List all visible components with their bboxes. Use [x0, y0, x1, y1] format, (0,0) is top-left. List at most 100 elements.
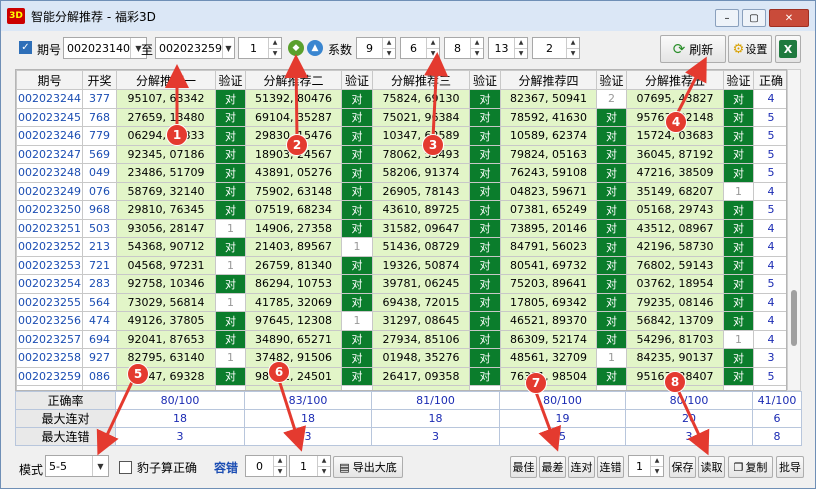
draw-cell[interactable]: 569 [82, 144, 117, 164]
spin-down-icon[interactable]: ▼ [269, 49, 281, 59]
verify-cell[interactable]: 对 [596, 255, 627, 275]
recommend-cell[interactable]: 78592, 41630 [500, 107, 597, 127]
verify-cell[interactable]: 对 [596, 311, 627, 331]
maximize-button[interactable]: ▢ [742, 9, 766, 27]
recommend-cell[interactable]: 10347, 62589 [372, 126, 470, 146]
recommend-cell[interactable]: 92758, 10346 [116, 274, 216, 294]
recommend-cell[interactable]: 80541, 69732 [500, 255, 597, 275]
recommend-cell[interactable]: 97645, 12308 [245, 311, 342, 331]
copy-button[interactable]: ❐ 复制 [728, 456, 773, 478]
draw-cell[interactable]: 049 [82, 163, 117, 183]
consec-wrong-button[interactable]: 连错 [597, 456, 624, 478]
consec-right-button[interactable]: 连对 [568, 456, 595, 478]
verify-cell[interactable]: 对 [723, 348, 754, 368]
table-row[interactable]: 002023257 694 92041, 87653 对 34890, 65271 对 27… [16, 329, 786, 349]
recommend-cell[interactable]: 93056, 28147 [116, 218, 216, 238]
spin-down-icon[interactable]: ▼ [471, 49, 483, 59]
draw-cell[interactable]: 283 [82, 274, 117, 294]
verify-cell[interactable]: 对 [469, 255, 501, 275]
verify-cell[interactable]: 对 [341, 348, 373, 368]
verify-cell[interactable]: 对 [596, 126, 627, 146]
verify-cell[interactable]: 对 [469, 329, 501, 349]
recommend-cell[interactable]: 31297, 08645 [372, 311, 470, 331]
table-row[interactable]: 002023251 503 93056, 28147 1 14906, 27358 对 31… [16, 218, 786, 238]
recommend-cell[interactable]: 34890, 65271 [245, 329, 342, 349]
table-row[interactable]: 002023249 076 58769, 32140 对 75902, 63148 对 26… [16, 181, 786, 201]
verify-cell[interactable]: 1 [215, 348, 246, 368]
recommend-cell[interactable]: 73029, 56814 [116, 292, 216, 312]
export-button[interactable]: ▤ 导出大底 [333, 456, 403, 478]
table-row[interactable]: 002023253 721 04568, 97231 1 26759, 81340 对 19… [16, 255, 786, 275]
recommend-cell[interactable]: 76802, 59143 [626, 255, 724, 275]
correct-count-cell[interactable]: 4 [753, 89, 786, 109]
verify-cell[interactable]: 对 [723, 311, 754, 331]
verify-cell[interactable]: 对 [341, 144, 373, 164]
recommend-cell[interactable]: 05168, 29743 [626, 200, 724, 220]
verify-cell[interactable]: 2 [596, 89, 627, 109]
recommend-cell[interactable]: 26905, 78143 [372, 181, 470, 201]
column-header[interactable]: 期号 [16, 70, 83, 90]
verify-cell[interactable]: 对 [723, 89, 754, 109]
verify-cell[interactable]: 对 [723, 237, 754, 257]
spin-down-icon[interactable]: ▼ [515, 49, 527, 59]
verify-cell[interactable]: 对 [469, 311, 501, 331]
verify-cell[interactable]: 对 [469, 126, 501, 146]
recommend-cell[interactable]: 19326, 50874 [372, 255, 470, 275]
recommend-cell[interactable]: 47216, 38509 [626, 163, 724, 183]
verify-cell[interactable]: 对 [723, 274, 754, 294]
verify-cell[interactable]: 1 [215, 255, 246, 275]
recommend-cell[interactable]: 95107, 63342 [116, 89, 216, 109]
column-header[interactable]: 分解推荐一 [116, 70, 216, 90]
chevron-down-icon[interactable]: ▼ [222, 38, 234, 58]
verify-cell[interactable]: 对 [341, 107, 373, 127]
table-row[interactable]: 002023248 049 23486, 51709 对 43891, 05276 对 58… [16, 163, 786, 183]
recommend-cell[interactable]: 36045, 87192 [626, 144, 724, 164]
recommend-cell[interactable]: 27659, 13480 [116, 107, 216, 127]
period-cell[interactable]: 002023253 [16, 255, 83, 275]
verify-cell[interactable]: 对 [596, 366, 627, 386]
verify-cell[interactable]: 1 [723, 329, 754, 349]
verify-cell[interactable]: 对 [469, 200, 501, 220]
spin-up-icon[interactable]: ▲ [383, 38, 395, 49]
correct-count-cell[interactable]: 4 [753, 329, 786, 349]
verify-cell[interactable]: 对 [723, 292, 754, 312]
recommend-cell[interactable]: 73895, 20146 [500, 218, 597, 238]
recommend-cell[interactable]: 51392, 80476 [245, 89, 342, 109]
verify-cell[interactable]: 对 [215, 107, 246, 127]
close-button[interactable]: ✕ [769, 9, 809, 27]
recommend-cell[interactable]: 43610, 89725 [372, 200, 470, 220]
spin-up-icon[interactable]: ▲ [567, 38, 579, 49]
recommend-cell[interactable]: 51436, 08729 [372, 237, 470, 257]
coef-spinner-2[interactable]: 6 ▲ ▼ [400, 37, 440, 59]
recommend-cell[interactable]: 10589, 62374 [500, 126, 597, 146]
recommend-cell[interactable]: 98721, 24501 [245, 366, 342, 386]
period-cell[interactable]: 002023247 [16, 144, 83, 164]
recommend-cell[interactable]: 42196, 58730 [626, 237, 724, 257]
period-checkbox[interactable]: ✓ [19, 41, 32, 54]
draw-cell[interactable]: 503 [82, 218, 117, 238]
verify-cell[interactable]: 对 [596, 181, 627, 201]
verify-cell[interactable]: 对 [723, 126, 754, 146]
draw-cell[interactable]: 213 [82, 237, 117, 257]
correct-count-cell[interactable]: 5 [753, 144, 786, 164]
spin-down-icon[interactable]: ▼ [567, 49, 579, 59]
verify-cell[interactable]: 对 [723, 366, 754, 386]
verify-cell[interactable]: 对 [215, 89, 246, 109]
spin-up-icon[interactable]: ▲ [274, 456, 286, 467]
table-row[interactable]: 002023254 283 92758, 10346 对 86294, 10753 对 39… [16, 274, 786, 294]
grid-scrollbar[interactable] [787, 69, 801, 391]
draw-cell[interactable]: 779 [82, 126, 117, 146]
spin-up-icon[interactable]: ▲ [269, 38, 281, 49]
period-to-combo[interactable]: 002023259 ▼ [155, 37, 235, 59]
draw-cell[interactable]: 377 [82, 89, 117, 109]
period-cell[interactable]: 002023255 [16, 292, 83, 312]
verify-cell[interactable]: 对 [469, 237, 501, 257]
verify-cell[interactable]: 对 [596, 329, 627, 349]
recommend-cell[interactable]: 56842, 13709 [626, 311, 724, 331]
recommend-cell[interactable]: 17805, 69342 [500, 292, 597, 312]
verify-cell[interactable]: 1 [596, 348, 627, 368]
recommend-cell[interactable]: 26759, 81340 [245, 255, 342, 275]
verify-cell[interactable]: 1 [215, 292, 246, 312]
recommend-cell[interactable]: 01948, 35276 [372, 348, 470, 368]
column-header[interactable]: 分解推荐五 [626, 70, 724, 90]
